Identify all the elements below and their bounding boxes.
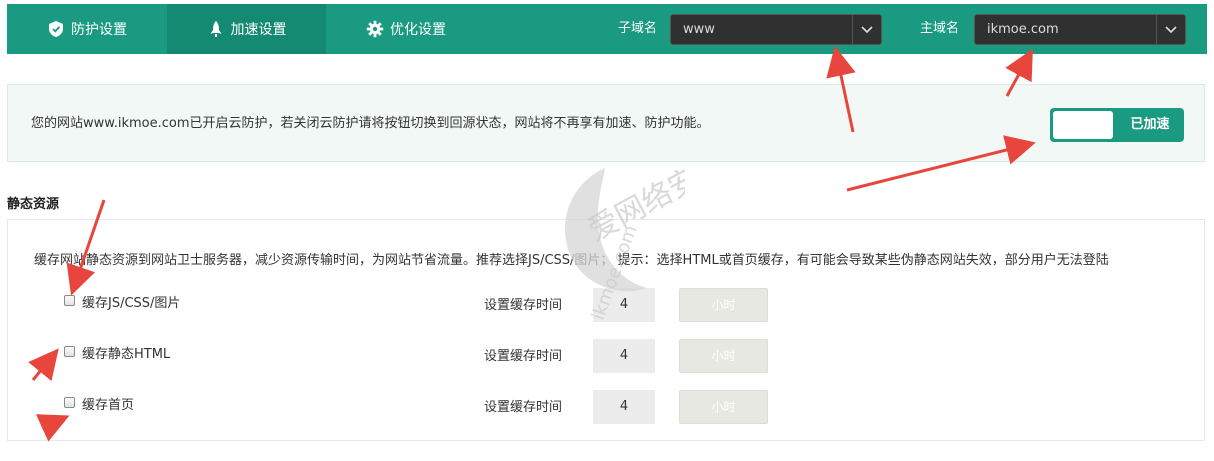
tab-optimization-label: 优化设置	[390, 22, 446, 38]
rocket-icon	[207, 20, 225, 38]
cache-time-input[interactable]: 4	[593, 339, 655, 373]
cache-homepage-label: 缓存首页	[82, 398, 135, 413]
domain-label: 主域名	[920, 21, 960, 36]
toggle-label: 已加速	[1130, 117, 1170, 132]
static-resources-panel: 缓存网站静态资源到网站卫士服务器，减少资源传输时间，为网站节省流量。推荐选择JS…	[7, 219, 1205, 441]
shield-icon	[47, 20, 65, 38]
cache-time-label: 设置缓存时间	[484, 298, 563, 313]
tab-acceleration-label: 加速设置	[230, 22, 287, 38]
tab-optimization[interactable]: 优化设置	[326, 4, 486, 54]
section-description: 缓存网站静态资源到网站卫士服务器，减少资源传输时间，为网站节省流量。推荐选择JS…	[34, 253, 1109, 268]
subdomain-value: www	[683, 22, 715, 37]
cache-row-js-css: 缓存JS/CSS/图片 设置缓存时间 4 小时	[8, 288, 1204, 322]
subdomain-select[interactable]: www	[670, 14, 882, 45]
cache-time-input[interactable]: 4	[593, 288, 655, 322]
cache-time-label: 设置缓存时间	[484, 349, 563, 364]
subdomain-label: 子域名	[618, 21, 658, 36]
banner-text: 您的网站www.ikmoe.com已开启云防护，若关闭云防护请将按钮切换到回源状…	[31, 116, 710, 131]
cache-js-css-label: 缓存JS/CSS/图片	[82, 296, 181, 311]
cache-row-homepage: 缓存首页 设置缓存时间 4 小时	[8, 390, 1204, 424]
tab-acceleration[interactable]: 加速设置	[167, 4, 326, 54]
toggle-knob[interactable]	[1053, 111, 1113, 139]
gear-icon	[366, 20, 384, 38]
cache-row-html: 缓存静态HTML 设置缓存时间 4 小时	[8, 339, 1204, 373]
protection-banner: 您的网站www.ikmoe.com已开启云防护，若关闭云防护请将按钮切换到回源状…	[7, 84, 1205, 162]
cache-time-input[interactable]: 4	[593, 390, 655, 424]
chevron-down-icon[interactable]	[1156, 15, 1185, 44]
section-title: 静态资源	[7, 197, 60, 212]
domain-select[interactable]: ikmoe.com	[974, 14, 1186, 45]
acceleration-toggle[interactable]: 已加速	[1050, 108, 1184, 142]
cache-unit-button[interactable]: 小时	[679, 339, 768, 373]
cache-homepage-checkbox[interactable]	[64, 397, 75, 408]
tab-protection-label: 防护设置	[71, 22, 127, 38]
tab-protection[interactable]: 防护设置	[7, 4, 167, 54]
cache-html-checkbox[interactable]	[64, 346, 75, 357]
chevron-down-icon[interactable]	[852, 15, 881, 44]
top-nav: 防护设置 加速设置 优化设置 子域名 www 主域名 ikmoe.com	[7, 4, 1207, 54]
cache-time-label: 设置缓存时间	[484, 400, 563, 415]
cache-unit-button[interactable]: 小时	[679, 288, 768, 322]
cache-js-css-checkbox[interactable]	[64, 295, 75, 306]
domain-value: ikmoe.com	[987, 22, 1059, 37]
cache-unit-button[interactable]: 小时	[679, 390, 768, 424]
cache-html-label: 缓存静态HTML	[82, 347, 171, 362]
